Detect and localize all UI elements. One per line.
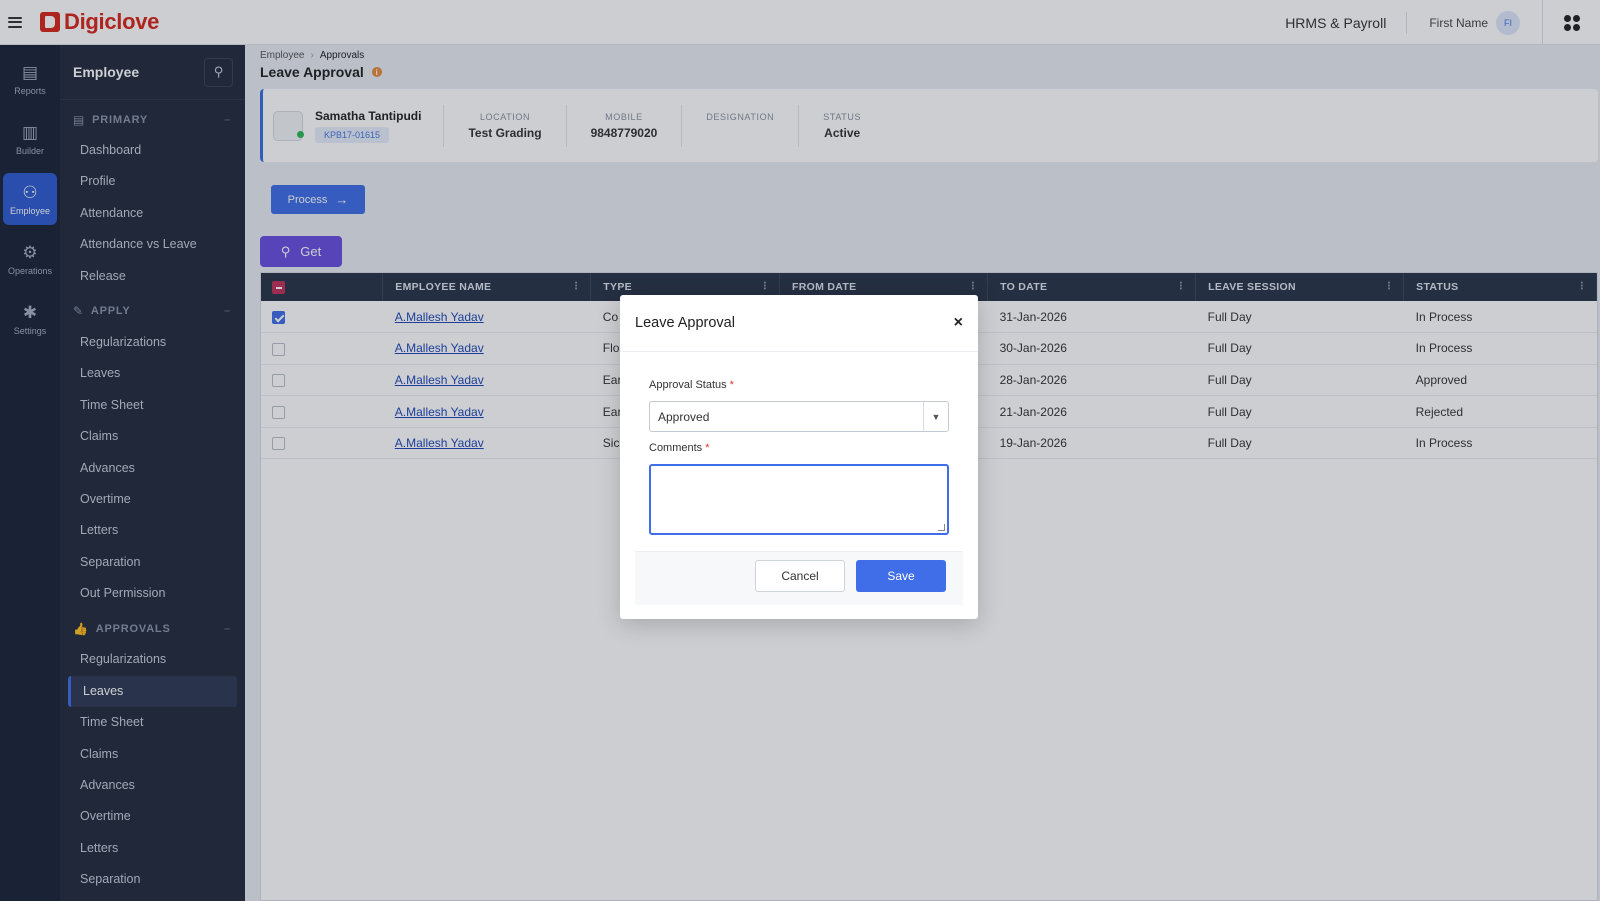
comments-label-text: Comments <box>649 442 703 454</box>
required-mark: * <box>729 379 734 391</box>
chevron-down-icon[interactable]: ▼ <box>923 402 948 431</box>
close-icon[interactable]: × <box>954 314 963 332</box>
save-button[interactable]: Save <box>856 560 946 592</box>
comments-label: Comments * <box>649 442 709 454</box>
modal-title: Leave Approval <box>635 315 735 331</box>
cancel-button[interactable]: Cancel <box>755 560 845 592</box>
modal-footer: Cancel Save <box>635 551 963 605</box>
required-mark: * <box>705 442 710 454</box>
approval-status-value: Approved <box>658 409 710 424</box>
comments-textarea[interactable] <box>649 464 949 535</box>
approval-status-label-text: Approval Status <box>649 379 727 391</box>
approval-status-label: Approval Status * <box>649 379 734 391</box>
approval-status-select[interactable]: Approved ▼ <box>649 401 949 432</box>
leave-approval-modal: Leave Approval × Approval Status * Approv… <box>620 295 978 619</box>
